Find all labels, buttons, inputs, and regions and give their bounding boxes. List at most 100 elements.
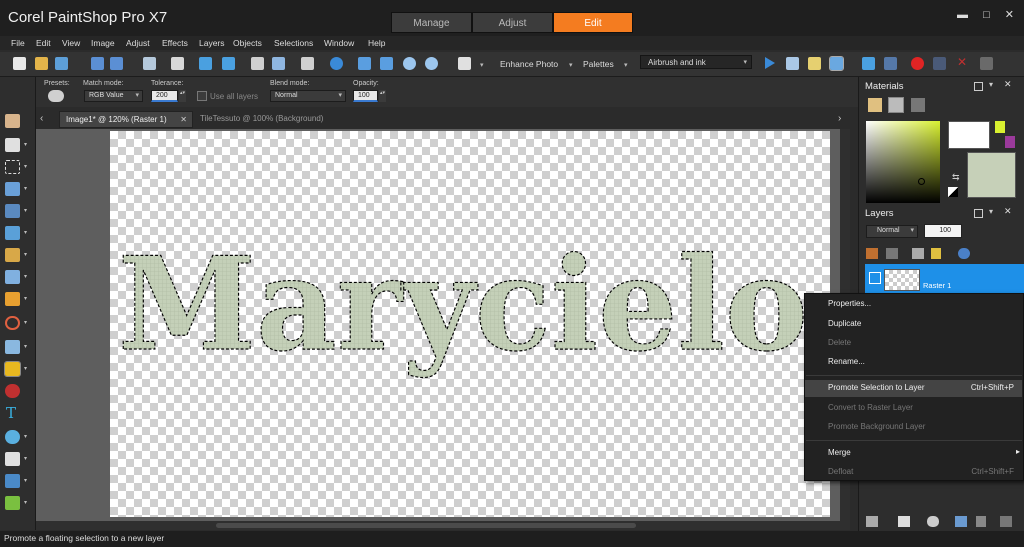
background-swatch[interactable] (967, 152, 1016, 198)
color-picker-area[interactable] (866, 121, 940, 203)
tab-edit[interactable]: Edit (553, 12, 633, 33)
chevron-down-icon[interactable]: ▾ (24, 163, 27, 170)
background-eraser-tool-icon[interactable] (5, 340, 20, 354)
chevron-down-icon[interactable]: ▾ (24, 365, 27, 372)
menu-selections[interactable]: Selections (274, 38, 313, 48)
presets-icon[interactable] (48, 90, 64, 102)
resize-icon[interactable] (251, 57, 264, 70)
crop-icon[interactable] (272, 57, 285, 70)
swatches-tab-icon[interactable] (911, 98, 925, 112)
info-icon[interactable] (330, 57, 343, 70)
menu-image[interactable]: Image (91, 38, 115, 48)
menu-help[interactable]: Help (368, 38, 385, 48)
link-icon[interactable] (912, 248, 924, 259)
tab-adjust[interactable]: Adjust (472, 12, 553, 33)
chevron-down-icon[interactable]: ▾ (24, 499, 27, 506)
pause-icon[interactable] (884, 57, 897, 70)
chevron-down-icon[interactable]: ▾ (24, 433, 27, 440)
duplicate-layer-icon[interactable] (955, 516, 967, 527)
frame-tab-icon[interactable] (868, 98, 882, 112)
layer-opacity-input[interactable]: 100 (924, 224, 962, 238)
tab-image1[interactable]: Image1* @ 120% (Raster 1) ✕ (59, 111, 193, 128)
palettes-dropdown-icon[interactable]: ▾ (624, 59, 628, 69)
close-icon[interactable]: ✕ (180, 112, 187, 128)
foreground-swatch[interactable] (948, 121, 990, 149)
dropper-tool-icon[interactable] (5, 182, 20, 196)
background-color-chip[interactable] (1005, 136, 1015, 148)
record-icon[interactable] (911, 57, 924, 70)
chevron-down-icon[interactable]: ▾ (24, 477, 27, 484)
menu-layers[interactable]: Layers (199, 38, 225, 48)
layer-options-icon[interactable] (1000, 516, 1012, 527)
opacity-spinner[interactable]: ▴▾ (379, 90, 386, 102)
crop-tool-icon[interactable] (5, 204, 20, 218)
foreground-color-chip[interactable] (995, 121, 1005, 133)
new-vector-layer-icon[interactable] (898, 516, 910, 527)
menu-item-properties[interactable]: Properties... (828, 299, 871, 308)
horizontal-scroll-thumb[interactable] (216, 523, 636, 528)
scan-icon[interactable] (55, 57, 68, 70)
save-script-icon[interactable] (980, 57, 993, 70)
warp-brush-tool-icon[interactable] (5, 474, 20, 488)
swap-colors-icon[interactable]: ⇆ (952, 172, 960, 183)
panel-close-icon[interactable]: ✕ (1004, 206, 1012, 217)
visibility-icon[interactable] (869, 272, 881, 284)
match-mode-select[interactable]: RGB Value ▾ (84, 90, 143, 102)
enhance-photo-menu[interactable]: Enhance Photo (500, 59, 558, 69)
edit-script-icon[interactable] (808, 57, 821, 70)
stop-icon[interactable] (862, 57, 875, 70)
menu-item-promote-background[interactable]: Promote Background Layer (828, 422, 925, 431)
minimize-icon[interactable]: ▬ (957, 9, 968, 21)
save-as-icon[interactable] (110, 57, 123, 70)
menu-effects[interactable]: Effects (162, 38, 188, 48)
pick-tool-icon[interactable] (5, 138, 20, 152)
chevron-down-icon[interactable]: ▾ (24, 251, 27, 258)
mesh-warp-tool-icon[interactable] (5, 496, 20, 510)
menu-item-duplicate[interactable]: Duplicate (828, 319, 861, 328)
chevron-down-icon[interactable]: ▾ (24, 343, 27, 350)
zoom-out-icon[interactable] (403, 57, 416, 70)
layer-name[interactable]: Raster 1 (923, 281, 951, 290)
menu-item-promote-selection[interactable]: Promote Selection to Layer (828, 383, 925, 392)
print-icon[interactable] (171, 57, 184, 70)
chevron-down-icon[interactable]: ▾ (24, 295, 27, 302)
chevron-down-icon[interactable]: ▾ (24, 273, 27, 280)
text-tool-icon[interactable]: T (6, 404, 16, 422)
play-icon[interactable] (765, 57, 775, 69)
makeover-tool-icon[interactable] (5, 248, 20, 262)
tab-scroll-left-icon[interactable]: ‹ (40, 113, 43, 124)
enhance-photo-dropdown-icon[interactable]: ▾ (569, 59, 573, 69)
menu-window[interactable]: Window (324, 38, 354, 48)
chevron-down-icon[interactable]: ▾ (24, 185, 27, 192)
panel-maximize-icon[interactable] (974, 209, 983, 218)
brush-preset-select[interactable]: Airbrush and ink ▾ (640, 55, 752, 69)
menu-objects[interactable]: Objects (233, 38, 262, 48)
picture-tube-tool-icon[interactable] (5, 384, 20, 398)
menu-adjust[interactable]: Adjust (126, 38, 150, 48)
tolerance-input[interactable]: 200 (151, 90, 178, 102)
new-layer-icon[interactable] (866, 248, 878, 259)
redo-icon[interactable] (222, 57, 235, 70)
tab-scroll-right-icon[interactable]: › (838, 113, 841, 124)
undo-icon[interactable] (199, 57, 212, 70)
zoom-in-icon[interactable] (425, 57, 438, 70)
maximize-icon[interactable]: □ (983, 9, 990, 21)
open-icon[interactable] (35, 57, 48, 70)
menu-item-delete[interactable]: Delete (828, 338, 851, 347)
fill-tool-icon[interactable] (4, 361, 21, 377)
new-raster-layer-icon[interactable] (866, 516, 878, 527)
clone-tool-icon[interactable] (5, 270, 20, 284)
new-mask-layer-icon[interactable] (927, 516, 939, 527)
fit-icon[interactable] (301, 57, 314, 70)
fit-window-icon[interactable] (358, 57, 371, 70)
chevron-down-icon[interactable]: ▾ (24, 229, 27, 236)
menu-edit[interactable]: Edit (36, 38, 51, 48)
delete-layer-icon[interactable] (976, 516, 986, 527)
menu-file[interactable]: File (11, 38, 25, 48)
chevron-down-icon[interactable]: ▾ (24, 455, 27, 462)
menu-item-rename[interactable]: Rename... (828, 357, 865, 366)
lock-icon[interactable] (931, 248, 941, 259)
run-script-icon[interactable] (829, 56, 844, 71)
reset-colors-icon[interactable] (948, 187, 958, 197)
preset-shape-tool-icon[interactable] (5, 430, 20, 444)
